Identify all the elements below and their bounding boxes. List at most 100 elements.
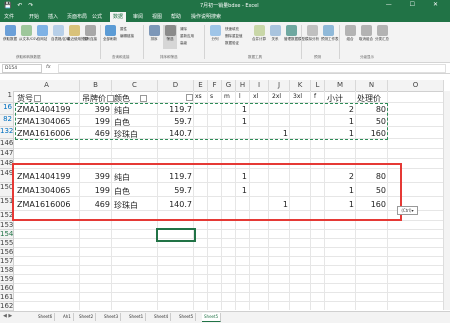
- formula-input[interactable]: [58, 64, 446, 73]
- recent-icon: [68, 25, 80, 36]
- relationships-icon: [269, 25, 281, 36]
- subtotal-button[interactable]: 分类汇总: [375, 25, 389, 49]
- name-box[interactable]: D154: [2, 64, 42, 73]
- row-header[interactable]: 147: [0, 149, 14, 159]
- subtotal-icon: [376, 25, 388, 36]
- what-if-analysis-button[interactable]: 模拟分析: [305, 25, 319, 49]
- vertical-scrollbar[interactable]: [443, 91, 450, 310]
- remove-duplicates-button[interactable]: 删除重复值: [225, 34, 243, 39]
- group-queries-connections: 查询和连接: [112, 55, 130, 59]
- row-header[interactable]: 159: [0, 275, 14, 284]
- reapply-button[interactable]: 重新应用: [180, 34, 194, 39]
- sheet-tab[interactable]: Sheet6: [36, 313, 56, 321]
- window-title: 7月初一销量bdxe - Excel: [200, 3, 259, 9]
- paste-options-button[interactable]: (Ctrl)▾: [397, 206, 418, 215]
- consolidate-icon: [253, 25, 265, 36]
- row-header[interactable]: 156: [0, 248, 14, 257]
- refresh-all-button[interactable]: 全部刷新: [103, 25, 117, 49]
- grid-line: [14, 256, 443, 257]
- fx-icon[interactable]: fx: [46, 64, 51, 70]
- column-header-b[interactable]: B: [80, 80, 112, 92]
- sheet-tab[interactable]: Sheet1: [127, 313, 147, 321]
- column-header-f[interactable]: F: [208, 80, 222, 92]
- group-button[interactable]: 组合: [343, 25, 357, 49]
- sheet-tab[interactable]: Sheet5: [177, 313, 197, 321]
- row-header[interactable]: 16: [0, 103, 14, 115]
- column-header-j[interactable]: J: [269, 80, 290, 92]
- column-header-c[interactable]: C: [112, 80, 158, 92]
- tab-file[interactable]: 文件: [4, 13, 14, 20]
- tab-insert[interactable]: 插入: [48, 13, 58, 20]
- sheet-tab[interactable]: Sheet3: [102, 313, 122, 321]
- row-header[interactable]: 155: [0, 239, 14, 248]
- tab-home[interactable]: 开始: [29, 13, 39, 20]
- sheet-nav-arrows[interactable]: ◀ ▶: [3, 313, 12, 319]
- ungroup-button[interactable]: 取消组合: [359, 25, 373, 49]
- red-highlight-box: [12, 163, 402, 221]
- row-header[interactable]: 153: [0, 221, 14, 230]
- column-header-h[interactable]: H: [236, 80, 250, 92]
- row-header[interactable]: 154: [0, 230, 14, 239]
- sheet-tab[interactable]: Ah1: [61, 313, 74, 321]
- filter-dropdown-icon[interactable]: [107, 95, 114, 102]
- row-header[interactable]: 161: [0, 293, 14, 302]
- column-header-d[interactable]: D: [158, 80, 194, 92]
- row-header[interactable]: 160: [0, 284, 14, 293]
- filter-button[interactable]: 筛选: [163, 25, 177, 49]
- window-controls[interactable]: — ☐ ✕: [386, 1, 446, 8]
- row-header[interactable]: 146: [0, 139, 14, 149]
- row-header[interactable]: 158: [0, 266, 14, 275]
- table-icon: [52, 25, 64, 36]
- sheet-tab[interactable]: Sheet2: [77, 313, 97, 321]
- group-sort-filter: 排序和筛选: [160, 55, 178, 59]
- from-web-button[interactable]: 自网站: [35, 25, 49, 49]
- filter-dropdown-icon[interactable]: [140, 95, 147, 102]
- tab-view[interactable]: 视图: [152, 13, 162, 20]
- column-header-o[interactable]: O: [388, 80, 444, 92]
- tab-page-layout[interactable]: 页面布局: [67, 13, 87, 20]
- active-cell[interactable]: [156, 228, 196, 242]
- tab-help[interactable]: 帮助: [171, 13, 181, 20]
- tab-review[interactable]: 审阅: [133, 13, 143, 20]
- column-header-k[interactable]: K: [290, 80, 311, 92]
- relationships-button[interactable]: 关系: [268, 25, 282, 49]
- row-header[interactable]: 132: [0, 127, 14, 139]
- row-header[interactable]: 82: [0, 115, 14, 127]
- clear-button[interactable]: 清除: [180, 27, 187, 32]
- recent-sources-button[interactable]: 最近使用的源: [67, 25, 88, 49]
- ungroup-icon: [360, 25, 372, 36]
- filter-dropdown-icon[interactable]: [34, 95, 41, 102]
- properties-button[interactable]: 属性: [120, 27, 127, 32]
- consolidate-button[interactable]: 合并计算: [252, 25, 266, 49]
- column-header-e[interactable]: E: [194, 80, 208, 92]
- column-header-i[interactable]: I: [250, 80, 269, 92]
- column-header-m[interactable]: M: [325, 80, 356, 92]
- sheet-tab[interactable]: Sheet4: [152, 313, 172, 321]
- refresh-icon: [104, 25, 116, 36]
- tab-formulas[interactable]: 公式: [92, 13, 102, 20]
- manage-data-model-button[interactable]: 管理数据模型: [284, 25, 305, 49]
- column-header-n[interactable]: N: [356, 80, 388, 92]
- row-header[interactable]: 157: [0, 257, 14, 266]
- row-header[interactable]: 1: [0, 91, 14, 103]
- quick-access-toolbar[interactable]: 💾 ↶ ↷: [4, 2, 35, 9]
- row-header[interactable]: 162: [0, 302, 14, 311]
- advanced-button[interactable]: 高级: [180, 41, 187, 46]
- data-validation-button[interactable]: 数据验证: [225, 41, 239, 46]
- sheet-tab-active[interactable]: Sheet5: [202, 313, 222, 322]
- text-to-columns-button[interactable]: 分列: [208, 25, 222, 49]
- get-data-button[interactable]: 获取数据: [3, 25, 17, 49]
- column-header-a[interactable]: A: [14, 80, 80, 92]
- filter-dropdown-icon[interactable]: [186, 94, 193, 101]
- column-header-l[interactable]: L: [311, 80, 325, 92]
- ribbon-separator: [204, 25, 205, 59]
- from-table-button[interactable]: 自表格/区域: [51, 25, 70, 49]
- tell-me-search[interactable]: 操作说明搜索: [191, 13, 221, 20]
- forecast-sheet-button[interactable]: 预测工作表: [321, 25, 339, 49]
- column-header-g[interactable]: G: [222, 80, 236, 92]
- existing-connections-button[interactable]: 现有连接: [83, 25, 97, 49]
- from-text-button[interactable]: 从文本/CSV: [19, 25, 38, 49]
- flash-fill-button[interactable]: 快速填充: [225, 27, 239, 32]
- sort-button[interactable]: 排序: [147, 25, 161, 49]
- edit-links-button[interactable]: 编辑链接: [120, 34, 134, 39]
